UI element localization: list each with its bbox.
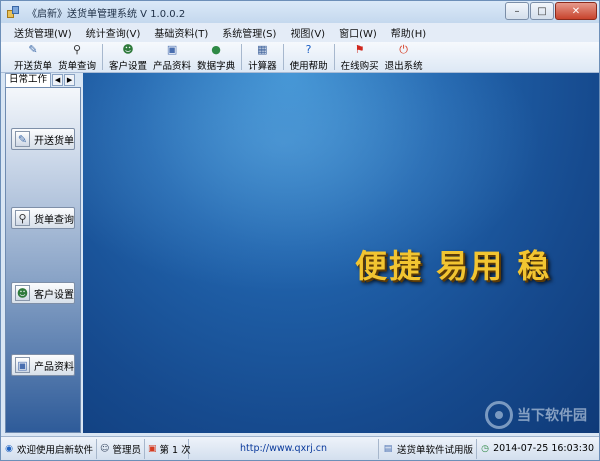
flag-icon: ⚑	[354, 43, 365, 56]
menu-basic-data[interactable]: 基础资料(T)	[154, 25, 208, 40]
status-edition: ▤ 送货单软件试用版	[379, 438, 477, 459]
toolbar-separator	[333, 44, 335, 70]
maximize-button[interactable]: □	[530, 2, 554, 20]
sidebar-button-label: 客户设置	[34, 289, 74, 301]
search-icon: ⚲	[72, 43, 82, 56]
menu-statistics[interactable]: 统计查询(V)	[86, 25, 141, 40]
toolbar-button-help[interactable]: ? 使用帮助	[290, 42, 328, 72]
tab-scroll-right-button[interactable]: ▶	[64, 74, 76, 86]
edit-icon: ✎	[15, 131, 30, 147]
menu-system[interactable]: 系统管理(S)	[222, 25, 276, 40]
sidebar-button-label: 产品资料	[34, 361, 74, 373]
status-welcome-text: 欢迎使用启新软件	[16, 444, 93, 456]
status-datetime: ◷ 2014-07-25 16:03:30	[477, 439, 597, 459]
toolbar-button-dictionary[interactable]: ● 数据字典	[197, 42, 235, 72]
watermark-text: 当下软件园	[517, 408, 587, 424]
product-icon: ▣	[166, 43, 178, 56]
status-user: ☺ 管理员	[97, 438, 145, 459]
sidebar: 日常工作 ◀ ▶ ✎ 开送货单 ⚲ 货单查询 ☻ 客户设置 ▣ 产品资料	[5, 73, 81, 433]
window-title: 《启新》送货单管理系统 V 1.0.0.2	[27, 8, 186, 20]
watermark-logo-icon	[485, 401, 513, 429]
sidebar-button-customer[interactable]: ☻ 客户设置	[11, 282, 75, 304]
toolbar-separator	[282, 44, 284, 70]
slogan-text: 便捷 易用 稳	[355, 247, 552, 285]
dictionary-icon: ●	[211, 43, 221, 56]
toolbar-button-label: 数据字典	[197, 61, 236, 72]
toolbar-button-exit[interactable]: ⏻ 退出系统	[385, 42, 423, 72]
sidebar-panel: ✎ 开送货单 ⚲ 货单查询 ☻ 客户设置 ▣ 产品资料	[5, 87, 81, 433]
menu-view[interactable]: 视图(V)	[290, 25, 325, 40]
status-user-text: 管理员	[112, 444, 141, 456]
user-icon: ☺	[100, 443, 110, 454]
globe-icon: ◉	[5, 443, 13, 454]
status-bar: ◉ 欢迎使用启新软件 ☺ 管理员 ▣ 第 1 次 http://www.qxrj…	[1, 436, 599, 460]
sidebar-button-label: 货单查询	[34, 214, 74, 226]
status-login-count-text: 第 1 次	[159, 444, 191, 456]
search-icon: ⚲	[15, 210, 30, 226]
sidebar-tabs: 日常工作 ◀ ▶	[5, 73, 81, 87]
customer-icon: ☻	[15, 285, 30, 301]
toolbar-button-label: 退出系统	[384, 61, 423, 72]
window-controls: – □ ✕	[504, 2, 597, 20]
toolbar-button-label: 开送货单	[14, 61, 53, 72]
exit-icon: ⏻	[399, 43, 408, 56]
menu-delivery[interactable]: 送货管理(W)	[14, 25, 72, 40]
watermark: 当下软件园	[485, 401, 587, 429]
customer-icon: ☻	[122, 43, 134, 56]
menu-help[interactable]: 帮助(H)	[391, 25, 426, 40]
toolbar: ✎ 开送货单 ⚲ 货单查询 ☻ 客户设置 ▣ 产品资料 ● 数据字典 ▦ 计算器? 使用帮助 ⚑ 在线购买 ⏻…	[1, 42, 599, 73]
toolbar-button-label: 客户设置	[109, 61, 148, 72]
toolbar-button-label: 货单查询	[58, 61, 97, 72]
toolbar-button-label: 使用帮助	[289, 61, 328, 72]
toolbar-button-calculator[interactable]: ▦ 计算器	[248, 42, 277, 72]
status-website-link[interactable]: http://www.qxrj.cn	[189, 438, 379, 459]
sidebar-button-edit[interactable]: ✎ 开送货单	[11, 128, 75, 150]
sidebar-button-search[interactable]: ⚲ 货单查询	[11, 207, 75, 229]
sidebar-button-label: 开送货单	[34, 135, 74, 147]
toolbar-separator	[241, 44, 243, 70]
status-login-count: ▣ 第 1 次	[145, 438, 191, 459]
title-bar[interactable]: 《启新》送货单管理系统 V 1.0.0.2 – □ ✕	[1, 1, 599, 23]
toolbar-button-edit[interactable]: ✎ 开送货单	[14, 42, 52, 72]
edition-icon: ▤	[383, 443, 393, 454]
toolbar-button-customer[interactable]: ☻ 客户设置	[109, 42, 147, 72]
status-edition-text: 送货单软件试用版	[396, 444, 473, 456]
tab-daily-work[interactable]: 日常工作	[5, 73, 52, 87]
toolbar-separator	[102, 44, 104, 70]
calculator-icon: ▦	[257, 43, 268, 56]
toolbar-button-product[interactable]: ▣ 产品资料	[153, 42, 191, 72]
clock-icon: ◷	[481, 443, 489, 454]
menu-window[interactable]: 窗口(W)	[339, 25, 377, 40]
tab-scroll-left-button[interactable]: ◀	[52, 74, 64, 86]
counter-icon: ▣	[148, 443, 157, 454]
toolbar-button-label: 在线购买	[340, 61, 379, 72]
minimize-button[interactable]: –	[505, 2, 529, 20]
toolbar-button-flag[interactable]: ⚑ 在线购买	[341, 42, 379, 72]
toolbar-button-label: 产品资料	[153, 61, 192, 72]
close-button[interactable]: ✕	[555, 2, 597, 20]
main-workspace: 便捷 易用 稳 当下软件园	[83, 73, 599, 433]
product-icon: ▣	[15, 357, 30, 373]
sidebar-button-product[interactable]: ▣ 产品资料	[11, 354, 75, 376]
status-welcome: ◉ 欢迎使用启新软件	[1, 438, 97, 459]
menu-bar: 送货管理(W) 统计查询(V) 基础资料(T) 系统管理(S) 视图(V) 窗口…	[1, 23, 599, 42]
toolbar-button-label: 计算器	[248, 61, 277, 72]
app-window: 《启新》送货单管理系统 V 1.0.0.2 – □ ✕ 送货管理(W) 统计查询…	[0, 0, 600, 461]
status-datetime-text: 2014-07-25 16:03:30	[493, 443, 594, 454]
app-logo-icon[interactable]	[5, 4, 21, 20]
edit-icon: ✎	[28, 43, 38, 56]
help-icon: ?	[305, 43, 312, 56]
toolbar-button-search[interactable]: ⚲ 货单查询	[58, 42, 96, 72]
